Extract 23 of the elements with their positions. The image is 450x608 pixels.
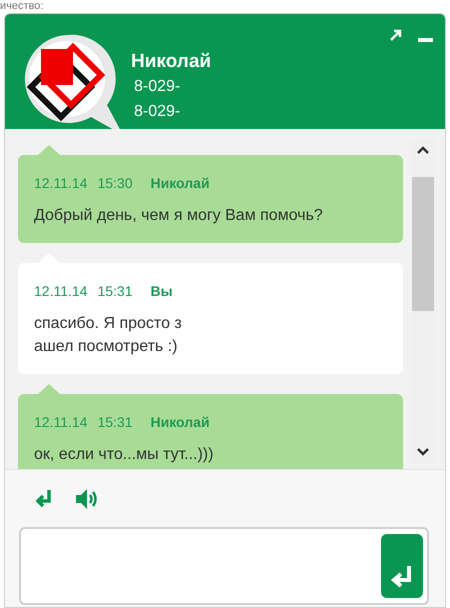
message-time: 15:31 — [97, 413, 133, 432]
message-author: Николай — [150, 174, 210, 193]
message-input-field[interactable] — [19, 527, 429, 605]
message-date: 12.11.14 — [34, 413, 88, 432]
scroll-thumb[interactable] — [412, 177, 434, 311]
phone-number: 8-029- — [134, 77, 182, 97]
contact-name: Николай — [131, 50, 212, 74]
message-time: 15:30 — [97, 174, 133, 193]
message-time: 15:31 — [97, 282, 133, 301]
send-button[interactable] — [381, 534, 423, 598]
expand-icon[interactable] — [389, 28, 403, 42]
message-date: 12.11.14 — [34, 282, 88, 301]
message-text: спасибо. Я просто з ашел посмотреть :) — [34, 314, 183, 357]
message-text: ок, если что...мы тут...))) — [34, 445, 214, 465]
message-author: Николай — [150, 413, 210, 432]
scroll-down-icon[interactable] — [416, 447, 430, 457]
scroll-up-icon[interactable] — [416, 145, 430, 155]
message-text: Добрый день, чем я могу Вам помочь? — [34, 206, 324, 226]
message-author: Вы — [150, 282, 173, 301]
message-date: 12.11.14 — [34, 174, 88, 193]
enter-arrow-icon[interactable] — [35, 489, 53, 509]
page-label: ичество: — [0, 0, 44, 12]
phone-number: 8-029- — [134, 102, 182, 122]
